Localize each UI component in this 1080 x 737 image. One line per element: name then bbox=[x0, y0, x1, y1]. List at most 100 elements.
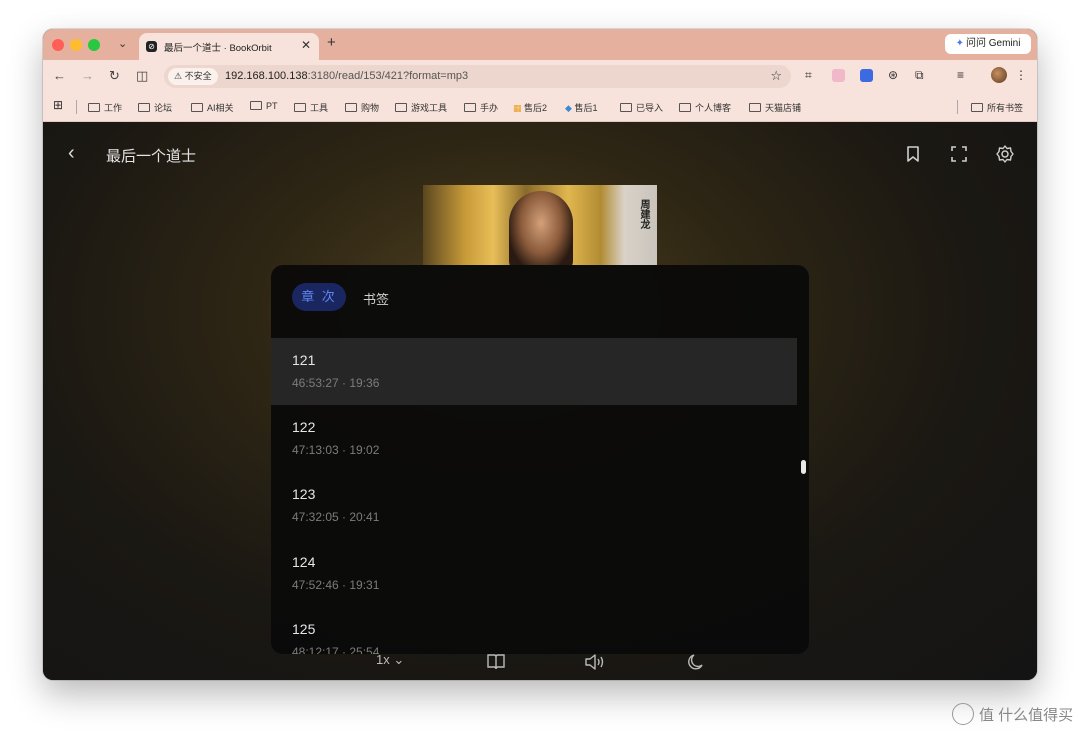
extensions-puzzle-icon[interactable]: ⧉ bbox=[915, 68, 924, 83]
book-icon: ⊘ bbox=[146, 41, 157, 52]
tab-chapters[interactable]: 章 次 bbox=[292, 283, 346, 311]
bookmark-label: 售后2 bbox=[524, 103, 548, 113]
bookmark-label: 工具 bbox=[310, 103, 329, 113]
scrollbar-thumb[interactable] bbox=[801, 460, 806, 474]
tab-bookmarks[interactable]: 书签 bbox=[363, 289, 389, 308]
speaker-icon[interactable] bbox=[584, 653, 606, 671]
bookmark-label: 售后1 bbox=[574, 103, 598, 113]
more-menu-icon[interactable]: ⋮ bbox=[1015, 68, 1027, 82]
chapter-title: 122 bbox=[292, 419, 316, 435]
bookmark-folder-6[interactable]: 游戏工具 bbox=[395, 101, 447, 114]
chapter-title: 124 bbox=[292, 554, 316, 570]
insecure-badge[interactable]: ⚠ 不安全 bbox=[168, 68, 218, 85]
bookmarks-divider bbox=[957, 100, 958, 114]
folder-icon bbox=[191, 103, 203, 112]
chapter-row[interactable]: 123 47:32:05 · 20:41 bbox=[271, 472, 797, 539]
minimize-window-button[interactable] bbox=[70, 39, 82, 51]
bookmark-label: 购物 bbox=[361, 103, 380, 113]
folder-icon bbox=[138, 103, 150, 112]
reading-list-icon[interactable]: ≡ bbox=[957, 68, 964, 82]
new-tab-button[interactable]: + bbox=[327, 34, 336, 51]
reader-page: ‹ 最后一个道士 周建龙 1x ⌄ 章 次 书签 121 46:53:27 · … bbox=[43, 122, 1037, 680]
chapter-row[interactable]: 125 48:12:17 · 25:54 bbox=[271, 607, 797, 654]
address-bar[interactable]: ⚠ 不安全 192.168.100.138:3180/read/153/421?… bbox=[164, 65, 791, 88]
bookmark-folder-5[interactable]: 购物 bbox=[345, 101, 379, 114]
bookmark-label: 手办 bbox=[480, 103, 499, 113]
folder-icon bbox=[88, 103, 100, 112]
grid-logo-icon: ▦ bbox=[513, 103, 522, 113]
url-host: 192.168.100.138 bbox=[225, 70, 308, 82]
bookmark-folder-3[interactable]: PT bbox=[250, 101, 278, 111]
extension-icon-1[interactable]: ⌗ bbox=[805, 68, 812, 83]
side-panel-icon[interactable]: ◫ bbox=[136, 68, 148, 84]
bookmark-folder-7[interactable]: 手办 bbox=[464, 101, 498, 114]
book-cover: 周建龙 bbox=[423, 185, 657, 265]
bookmark-folder-4[interactable]: 工具 bbox=[294, 101, 328, 114]
tab-search-chevron-icon[interactable]: ⌄ bbox=[118, 37, 127, 50]
reload-icon[interactable]: ↻ bbox=[109, 68, 120, 84]
chapter-row[interactable]: 124 47:52:46 · 19:31 bbox=[271, 540, 797, 607]
bookmark-label: 游戏工具 bbox=[411, 103, 448, 113]
site-logo-icon: ◆ bbox=[565, 103, 572, 113]
playback-speed-button[interactable]: 1x ⌄ bbox=[376, 652, 404, 668]
browser-toolbar: ← → ↻ ◫ ⚠ 不安全 192.168.100.138:3180/read/… bbox=[43, 60, 1037, 93]
extension-icon-3[interactable] bbox=[860, 69, 873, 82]
folder-icon bbox=[345, 103, 357, 112]
folder-icon bbox=[971, 103, 983, 112]
gemini-label: 问问 Gemini bbox=[965, 38, 1021, 49]
insecure-label: 不安全 bbox=[184, 71, 212, 81]
watermark-text: 值 什么值得买 bbox=[979, 707, 1074, 724]
speed-label: 1x bbox=[376, 652, 390, 667]
forward-arrow-icon[interactable]: → bbox=[81, 68, 94, 83]
chapter-time: 46:53:27 · 19:36 bbox=[292, 376, 380, 390]
bookmark-label: 天猫店铺 bbox=[765, 103, 802, 113]
folder-icon bbox=[749, 103, 761, 112]
chapter-time: 47:32:05 · 20:41 bbox=[292, 510, 380, 524]
book-title: 最后一个道士 bbox=[106, 148, 197, 165]
folder-icon bbox=[620, 103, 632, 112]
bookmark-folder-1[interactable]: 论坛 bbox=[138, 101, 172, 114]
bookmark-folder-2[interactable]: AI相关 bbox=[191, 101, 234, 114]
bookmark-label: 个人博客 bbox=[695, 103, 732, 113]
chapter-row-active[interactable]: 121 46:53:27 · 19:36 bbox=[271, 338, 797, 405]
folder-icon bbox=[395, 103, 407, 112]
apps-grid-icon[interactable]: ⊞ bbox=[53, 98, 63, 112]
chapter-list[interactable]: 121 46:53:27 · 19:36 122 47:13:03 · 19:0… bbox=[271, 338, 797, 654]
tab-close-icon[interactable]: ✕ bbox=[301, 38, 311, 52]
back-chevron-icon[interactable]: ‹ bbox=[68, 142, 75, 165]
bookmark-label: AI相关 bbox=[207, 103, 234, 113]
bookmark-star-icon[interactable]: ☆ bbox=[770, 68, 782, 84]
avatar[interactable] bbox=[991, 67, 1007, 83]
close-window-button[interactable] bbox=[52, 39, 64, 51]
bookmark-folder-0[interactable]: 工作 bbox=[88, 101, 122, 114]
tab-active[interactable]: ⊘ 最后一个道士 · BookOrbit ✕ bbox=[139, 33, 319, 60]
bookmark-folder-12[interactable]: 天猫店铺 bbox=[749, 101, 801, 114]
extension-icon-2[interactable] bbox=[832, 69, 845, 82]
chapter-title: 125 bbox=[292, 621, 316, 637]
bookmark-folder-10[interactable]: 已导入 bbox=[620, 101, 663, 114]
book-open-icon[interactable] bbox=[486, 653, 506, 671]
bookmark-folder-11[interactable]: 个人博客 bbox=[679, 101, 731, 114]
maximize-window-button[interactable] bbox=[88, 39, 100, 51]
folder-icon bbox=[464, 103, 476, 112]
bookmark-site-8[interactable]: ▦ 售后2 bbox=[513, 101, 547, 114]
extension-icon-4[interactable]: ⊛ bbox=[888, 68, 898, 82]
gemini-icon: ✦ bbox=[955, 38, 964, 49]
chapter-row[interactable]: 122 47:13:03 · 19:02 bbox=[271, 405, 797, 472]
browser-window: ⌄ ⊘ 最后一个道士 · BookOrbit ✕ + ✦ 问问 Gemini ← … bbox=[43, 29, 1037, 680]
bookmark-label: 论坛 bbox=[154, 103, 173, 113]
all-bookmarks-folder[interactable]: 所有书签 bbox=[971, 101, 1023, 114]
gemini-button[interactable]: ✦ 问问 Gemini bbox=[945, 34, 1031, 54]
back-arrow-icon[interactable]: ← bbox=[53, 68, 66, 83]
chapter-title: 121 bbox=[292, 352, 316, 368]
watermark-logo-icon bbox=[952, 703, 974, 725]
bookmarks-bar: ⊞ 工作 论坛 AI相关 PT 工具 购物 游戏工具 手办 ▦ 售后2 ◆ 售后… bbox=[43, 93, 1037, 122]
bookmark-icon[interactable] bbox=[903, 144, 923, 164]
bookmark-site-9[interactable]: ◆ 售后1 bbox=[565, 101, 597, 114]
folder-icon bbox=[250, 101, 262, 110]
watermark: 值 什么值得买 bbox=[952, 703, 1073, 725]
moon-sleep-icon[interactable] bbox=[684, 653, 704, 671]
bookmark-label: 已导入 bbox=[636, 103, 664, 113]
settings-gear-icon[interactable] bbox=[995, 144, 1015, 164]
fullscreen-icon[interactable] bbox=[949, 144, 969, 164]
